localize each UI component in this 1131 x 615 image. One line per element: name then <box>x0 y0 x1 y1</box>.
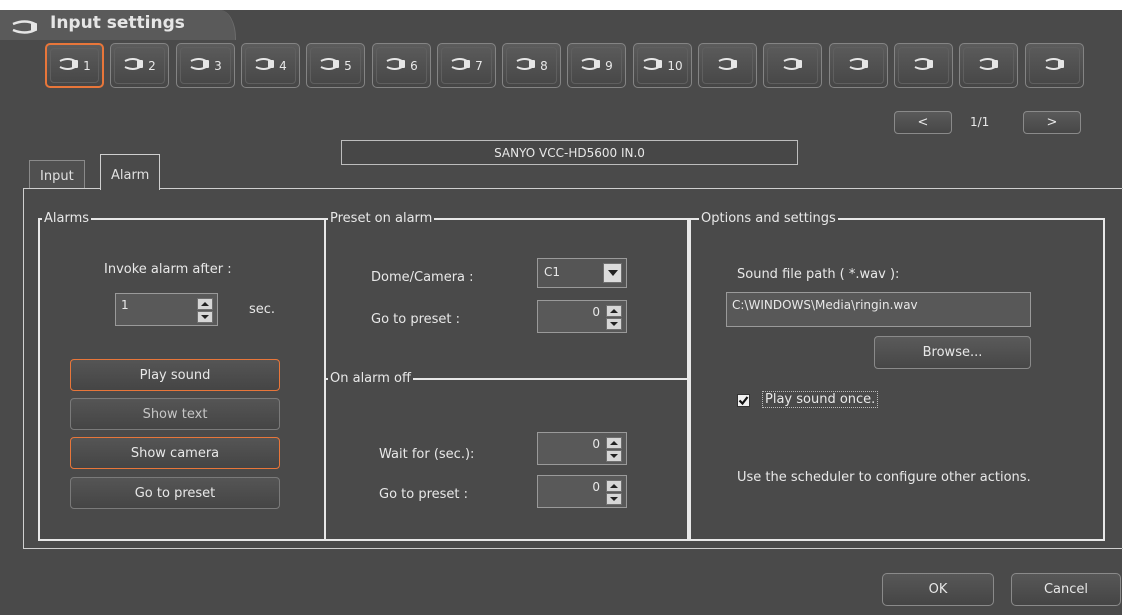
preset-on-alarm-stepper[interactable]: 0 <box>537 300 627 333</box>
go-to-preset-label: Go to preset : <box>371 312 461 327</box>
cable-connector-icon <box>385 57 407 75</box>
sound-path-input[interactable]: C:\WINDOWS\Media\ringin.wav <box>726 292 1031 327</box>
input-button-5[interactable]: 5 <box>306 43 365 88</box>
spin-down-icon[interactable] <box>606 450 622 462</box>
page-indicator: 1/1 <box>970 115 990 129</box>
preset-on-alarm-legend: Preset on alarm <box>328 211 435 227</box>
window-title: Input settings <box>50 13 185 33</box>
input-button-label: 4 <box>279 58 287 73</box>
input-button-label: 7 <box>475 58 483 73</box>
input-button-label: 9 <box>605 58 613 73</box>
input-button-6[interactable]: 6 <box>372 43 431 88</box>
dome-camera-select[interactable]: C1 <box>537 258 627 288</box>
cable-connector-icon <box>123 57 145 75</box>
input-button-10[interactable]: 10 <box>633 43 692 88</box>
on-alarm-off-legend: On alarm off <box>328 371 413 387</box>
cable-connector-icon <box>254 57 276 75</box>
ok-button[interactable]: OK <box>882 573 994 606</box>
spin-up-icon[interactable] <box>606 305 622 317</box>
show-text-button[interactable]: Show text <box>70 398 280 430</box>
invoke-alarm-value: 1 <box>121 298 129 312</box>
input-button-16[interactable] <box>1025 43 1084 88</box>
input-button-14[interactable] <box>894 43 953 88</box>
play-sound-once-checkbox[interactable] <box>737 394 750 407</box>
next-page-button[interactable]: > <box>1023 111 1081 134</box>
cancel-button[interactable]: Cancel <box>1011 573 1121 606</box>
input-button-4[interactable]: 4 <box>241 43 300 88</box>
cable-connector-icon <box>782 57 804 75</box>
wait-for-stepper[interactable]: 0 <box>537 432 627 465</box>
input-button-label: 2 <box>148 58 156 73</box>
cable-connector-icon <box>913 57 935 75</box>
input-button-9[interactable]: 9 <box>567 43 626 88</box>
off-preset-stepper[interactable]: 0 <box>537 475 627 508</box>
spin-up-icon[interactable] <box>197 298 213 310</box>
camera-name-label: SANYO VCC-HD5600 IN.0 <box>341 140 798 165</box>
cable-connector-icon <box>717 57 739 75</box>
spin-up-icon[interactable] <box>606 437 622 449</box>
spin-down-icon[interactable] <box>197 311 213 323</box>
wait-for-label: Wait for (sec.): <box>379 447 475 462</box>
input-button-1[interactable]: 1 <box>45 43 104 88</box>
invoke-alarm-unit: sec. <box>249 302 276 317</box>
go-to-preset-button[interactable]: Go to preset <box>70 477 280 509</box>
cable-connector-icon <box>515 57 537 75</box>
input-button-12[interactable] <box>763 43 822 88</box>
chevron-down-icon[interactable] <box>603 263 622 283</box>
dome-camera-value: C1 <box>544 265 561 279</box>
invoke-alarm-label: Invoke alarm after : <box>104 262 232 277</box>
input-button-11[interactable] <box>698 43 757 88</box>
cable-connector-icon <box>11 20 39 38</box>
cable-connector-icon <box>58 57 80 75</box>
spin-down-icon[interactable] <box>606 318 622 330</box>
input-button-label: 5 <box>344 58 352 73</box>
preset-on-alarm-value: 0 <box>592 305 600 319</box>
input-button-3[interactable]: 3 <box>176 43 235 88</box>
wait-for-value: 0 <box>592 437 600 451</box>
input-button-label: 10 <box>667 58 683 73</box>
input-button-label: 6 <box>410 58 418 73</box>
dome-camera-label: Dome/Camera : <box>371 270 474 285</box>
invoke-alarm-stepper[interactable]: 1 <box>115 293 218 326</box>
play-sound-once-label[interactable]: Play sound once. <box>762 391 879 408</box>
tab-alarm[interactable]: Alarm <box>100 154 161 190</box>
spin-down-icon[interactable] <box>606 493 622 505</box>
title-bar: Input settings <box>0 10 236 40</box>
show-camera-button[interactable]: Show camera <box>70 437 280 469</box>
cable-connector-icon <box>978 57 1000 75</box>
input-button-7[interactable]: 7 <box>437 43 496 88</box>
options-settings-legend: Options and settings <box>699 211 838 227</box>
preset-on-alarm-group: Preset on alarm <box>324 211 689 380</box>
cable-connector-icon <box>1044 57 1066 75</box>
tab-input[interactable]: Input <box>29 160 85 188</box>
cable-connector-icon <box>319 57 341 75</box>
input-button-label: 8 <box>540 58 548 73</box>
browse-button[interactable]: Browse... <box>874 336 1031 369</box>
input-button-15[interactable] <box>959 43 1018 88</box>
checkmark-icon <box>738 396 749 406</box>
scheduler-hint: Use the scheduler to configure other act… <box>737 470 1031 485</box>
input-button-13[interactable] <box>829 43 888 88</box>
off-go-to-preset-label: Go to preset : <box>379 487 469 502</box>
cable-connector-icon <box>450 57 472 75</box>
input-button-2[interactable]: 2 <box>110 43 169 88</box>
cable-connector-icon <box>580 57 602 75</box>
cable-connector-icon <box>642 57 664 75</box>
off-preset-value: 0 <box>592 480 600 494</box>
alarms-legend: Alarms <box>42 211 92 227</box>
sound-path-label: Sound file path ( *.wav ): <box>737 267 900 282</box>
previous-page-button[interactable]: < <box>894 111 952 134</box>
input-button-label: 1 <box>83 58 91 73</box>
cable-connector-icon <box>189 57 211 75</box>
input-button-label: 3 <box>214 58 222 73</box>
input-button-8[interactable]: 8 <box>502 43 561 88</box>
cable-connector-icon <box>848 57 870 75</box>
play-sound-button[interactable]: Play sound <box>70 359 280 391</box>
spin-up-icon[interactable] <box>606 480 622 492</box>
